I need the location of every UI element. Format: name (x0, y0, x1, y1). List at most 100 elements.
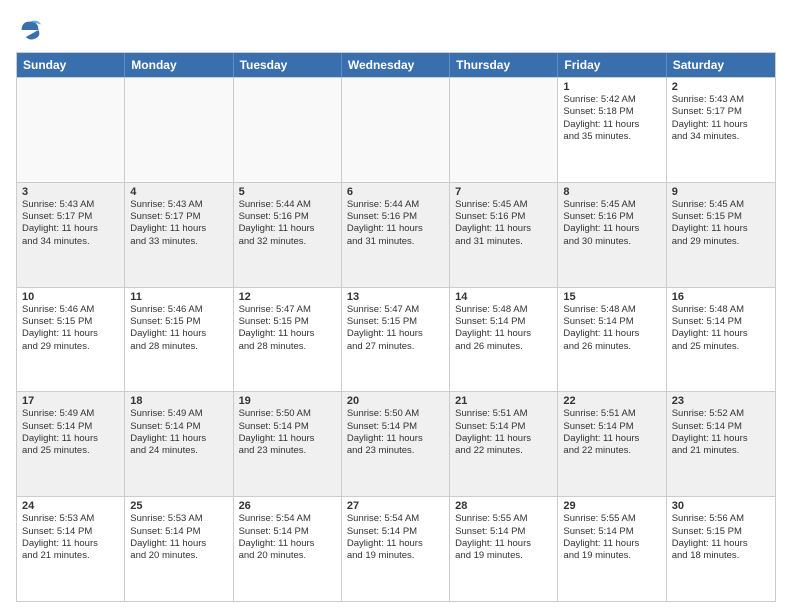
calendar-row-0: 1Sunrise: 5:42 AMSunset: 5:18 PMDaylight… (17, 77, 775, 182)
header-cell-tuesday: Tuesday (234, 53, 342, 77)
day-number: 13 (347, 291, 444, 303)
empty-cell-0-0 (17, 78, 125, 182)
day-number: 5 (239, 186, 336, 198)
day-number: 27 (347, 500, 444, 512)
day-info: Sunrise: 5:44 AMSunset: 5:16 PMDaylight:… (239, 199, 336, 248)
day-info: Sunrise: 5:56 AMSunset: 5:15 PMDaylight:… (672, 513, 770, 562)
day-info: Sunrise: 5:54 AMSunset: 5:14 PMDaylight:… (347, 513, 444, 562)
day-number: 2 (672, 81, 770, 93)
day-number: 17 (22, 395, 119, 407)
day-number: 14 (455, 291, 552, 303)
day-number: 10 (22, 291, 119, 303)
day-number: 29 (563, 500, 660, 512)
day-cell-14: 14Sunrise: 5:48 AMSunset: 5:14 PMDayligh… (450, 288, 558, 392)
page: SundayMondayTuesdayWednesdayThursdayFrid… (0, 0, 792, 612)
header-cell-friday: Friday (558, 53, 666, 77)
day-cell-5: 5Sunrise: 5:44 AMSunset: 5:16 PMDaylight… (234, 183, 342, 287)
day-info: Sunrise: 5:50 AMSunset: 5:14 PMDaylight:… (239, 408, 336, 457)
day-info: Sunrise: 5:53 AMSunset: 5:14 PMDaylight:… (130, 513, 227, 562)
day-number: 7 (455, 186, 552, 198)
day-info: Sunrise: 5:54 AMSunset: 5:14 PMDaylight:… (239, 513, 336, 562)
day-info: Sunrise: 5:45 AMSunset: 5:16 PMDaylight:… (455, 199, 552, 248)
day-cell-12: 12Sunrise: 5:47 AMSunset: 5:15 PMDayligh… (234, 288, 342, 392)
calendar: SundayMondayTuesdayWednesdayThursdayFrid… (16, 52, 776, 602)
day-number: 11 (130, 291, 227, 303)
day-number: 30 (672, 500, 770, 512)
day-number: 4 (130, 186, 227, 198)
day-number: 20 (347, 395, 444, 407)
day-info: Sunrise: 5:45 AMSunset: 5:15 PMDaylight:… (672, 199, 770, 248)
header-cell-saturday: Saturday (667, 53, 775, 77)
day-info: Sunrise: 5:46 AMSunset: 5:15 PMDaylight:… (130, 304, 227, 353)
day-info: Sunrise: 5:46 AMSunset: 5:15 PMDaylight:… (22, 304, 119, 353)
day-cell-7: 7Sunrise: 5:45 AMSunset: 5:16 PMDaylight… (450, 183, 558, 287)
logo (16, 16, 48, 44)
day-number: 1 (563, 81, 660, 93)
day-cell-13: 13Sunrise: 5:47 AMSunset: 5:15 PMDayligh… (342, 288, 450, 392)
day-info: Sunrise: 5:51 AMSunset: 5:14 PMDaylight:… (455, 408, 552, 457)
day-info: Sunrise: 5:42 AMSunset: 5:18 PMDaylight:… (563, 94, 660, 143)
day-cell-8: 8Sunrise: 5:45 AMSunset: 5:16 PMDaylight… (558, 183, 666, 287)
calendar-row-1: 3Sunrise: 5:43 AMSunset: 5:17 PMDaylight… (17, 182, 775, 287)
day-cell-2: 2Sunrise: 5:43 AMSunset: 5:17 PMDaylight… (667, 78, 775, 182)
day-info: Sunrise: 5:48 AMSunset: 5:14 PMDaylight:… (455, 304, 552, 353)
day-number: 28 (455, 500, 552, 512)
day-cell-20: 20Sunrise: 5:50 AMSunset: 5:14 PMDayligh… (342, 392, 450, 496)
day-info: Sunrise: 5:55 AMSunset: 5:14 PMDaylight:… (563, 513, 660, 562)
day-cell-26: 26Sunrise: 5:54 AMSunset: 5:14 PMDayligh… (234, 497, 342, 601)
day-info: Sunrise: 5:48 AMSunset: 5:14 PMDaylight:… (672, 304, 770, 353)
day-cell-6: 6Sunrise: 5:44 AMSunset: 5:16 PMDaylight… (342, 183, 450, 287)
day-cell-23: 23Sunrise: 5:52 AMSunset: 5:14 PMDayligh… (667, 392, 775, 496)
day-info: Sunrise: 5:49 AMSunset: 5:14 PMDaylight:… (130, 408, 227, 457)
day-number: 6 (347, 186, 444, 198)
day-info: Sunrise: 5:44 AMSunset: 5:16 PMDaylight:… (347, 199, 444, 248)
day-number: 19 (239, 395, 336, 407)
day-cell-4: 4Sunrise: 5:43 AMSunset: 5:17 PMDaylight… (125, 183, 233, 287)
day-cell-3: 3Sunrise: 5:43 AMSunset: 5:17 PMDaylight… (17, 183, 125, 287)
day-number: 18 (130, 395, 227, 407)
header-cell-monday: Monday (125, 53, 233, 77)
empty-cell-0-3 (342, 78, 450, 182)
day-info: Sunrise: 5:43 AMSunset: 5:17 PMDaylight:… (22, 199, 119, 248)
day-info: Sunrise: 5:47 AMSunset: 5:15 PMDaylight:… (347, 304, 444, 353)
empty-cell-0-4 (450, 78, 558, 182)
day-info: Sunrise: 5:48 AMSunset: 5:14 PMDaylight:… (563, 304, 660, 353)
day-info: Sunrise: 5:43 AMSunset: 5:17 PMDaylight:… (130, 199, 227, 248)
day-info: Sunrise: 5:52 AMSunset: 5:14 PMDaylight:… (672, 408, 770, 457)
day-number: 12 (239, 291, 336, 303)
day-cell-11: 11Sunrise: 5:46 AMSunset: 5:15 PMDayligh… (125, 288, 233, 392)
day-number: 23 (672, 395, 770, 407)
day-number: 25 (130, 500, 227, 512)
day-number: 15 (563, 291, 660, 303)
day-number: 26 (239, 500, 336, 512)
header-cell-thursday: Thursday (450, 53, 558, 77)
day-info: Sunrise: 5:43 AMSunset: 5:17 PMDaylight:… (672, 94, 770, 143)
day-number: 21 (455, 395, 552, 407)
day-cell-18: 18Sunrise: 5:49 AMSunset: 5:14 PMDayligh… (125, 392, 233, 496)
day-info: Sunrise: 5:55 AMSunset: 5:14 PMDaylight:… (455, 513, 552, 562)
day-info: Sunrise: 5:53 AMSunset: 5:14 PMDaylight:… (22, 513, 119, 562)
day-cell-29: 29Sunrise: 5:55 AMSunset: 5:14 PMDayligh… (558, 497, 666, 601)
calendar-row-2: 10Sunrise: 5:46 AMSunset: 5:15 PMDayligh… (17, 287, 775, 392)
day-cell-27: 27Sunrise: 5:54 AMSunset: 5:14 PMDayligh… (342, 497, 450, 601)
day-info: Sunrise: 5:45 AMSunset: 5:16 PMDaylight:… (563, 199, 660, 248)
day-cell-25: 25Sunrise: 5:53 AMSunset: 5:14 PMDayligh… (125, 497, 233, 601)
calendar-row-3: 17 Sunrise: 5:49 AMSunset: 5:14 PMDayligh… (17, 391, 775, 496)
day-number: 22 (563, 395, 660, 407)
day-cell-19: 19Sunrise: 5:50 AMSunset: 5:14 PMDayligh… (234, 392, 342, 496)
day-number: 3 (22, 186, 119, 198)
day-info: Sunrise: 5:47 AMSunset: 5:15 PMDaylight:… (239, 304, 336, 353)
day-cell-22: 22Sunrise: 5:51 AMSunset: 5:14 PMDayligh… (558, 392, 666, 496)
day-cell-1: 1Sunrise: 5:42 AMSunset: 5:18 PMDaylight… (558, 78, 666, 182)
day-number: 9 (672, 186, 770, 198)
empty-cell-0-1 (125, 78, 233, 182)
day-cell-15: 15Sunrise: 5:48 AMSunset: 5:14 PMDayligh… (558, 288, 666, 392)
header (16, 16, 776, 44)
empty-cell-0-2 (234, 78, 342, 182)
header-cell-sunday: Sunday (17, 53, 125, 77)
header-cell-wednesday: Wednesday (342, 53, 450, 77)
day-number: 16 (672, 291, 770, 303)
day-cell-17: 17Sunrise: 5:49 AMSunset: 5:14 PMDayligh… (17, 392, 125, 496)
day-number: 8 (563, 186, 660, 198)
day-cell-28: 28Sunrise: 5:55 AMSunset: 5:14 PMDayligh… (450, 497, 558, 601)
